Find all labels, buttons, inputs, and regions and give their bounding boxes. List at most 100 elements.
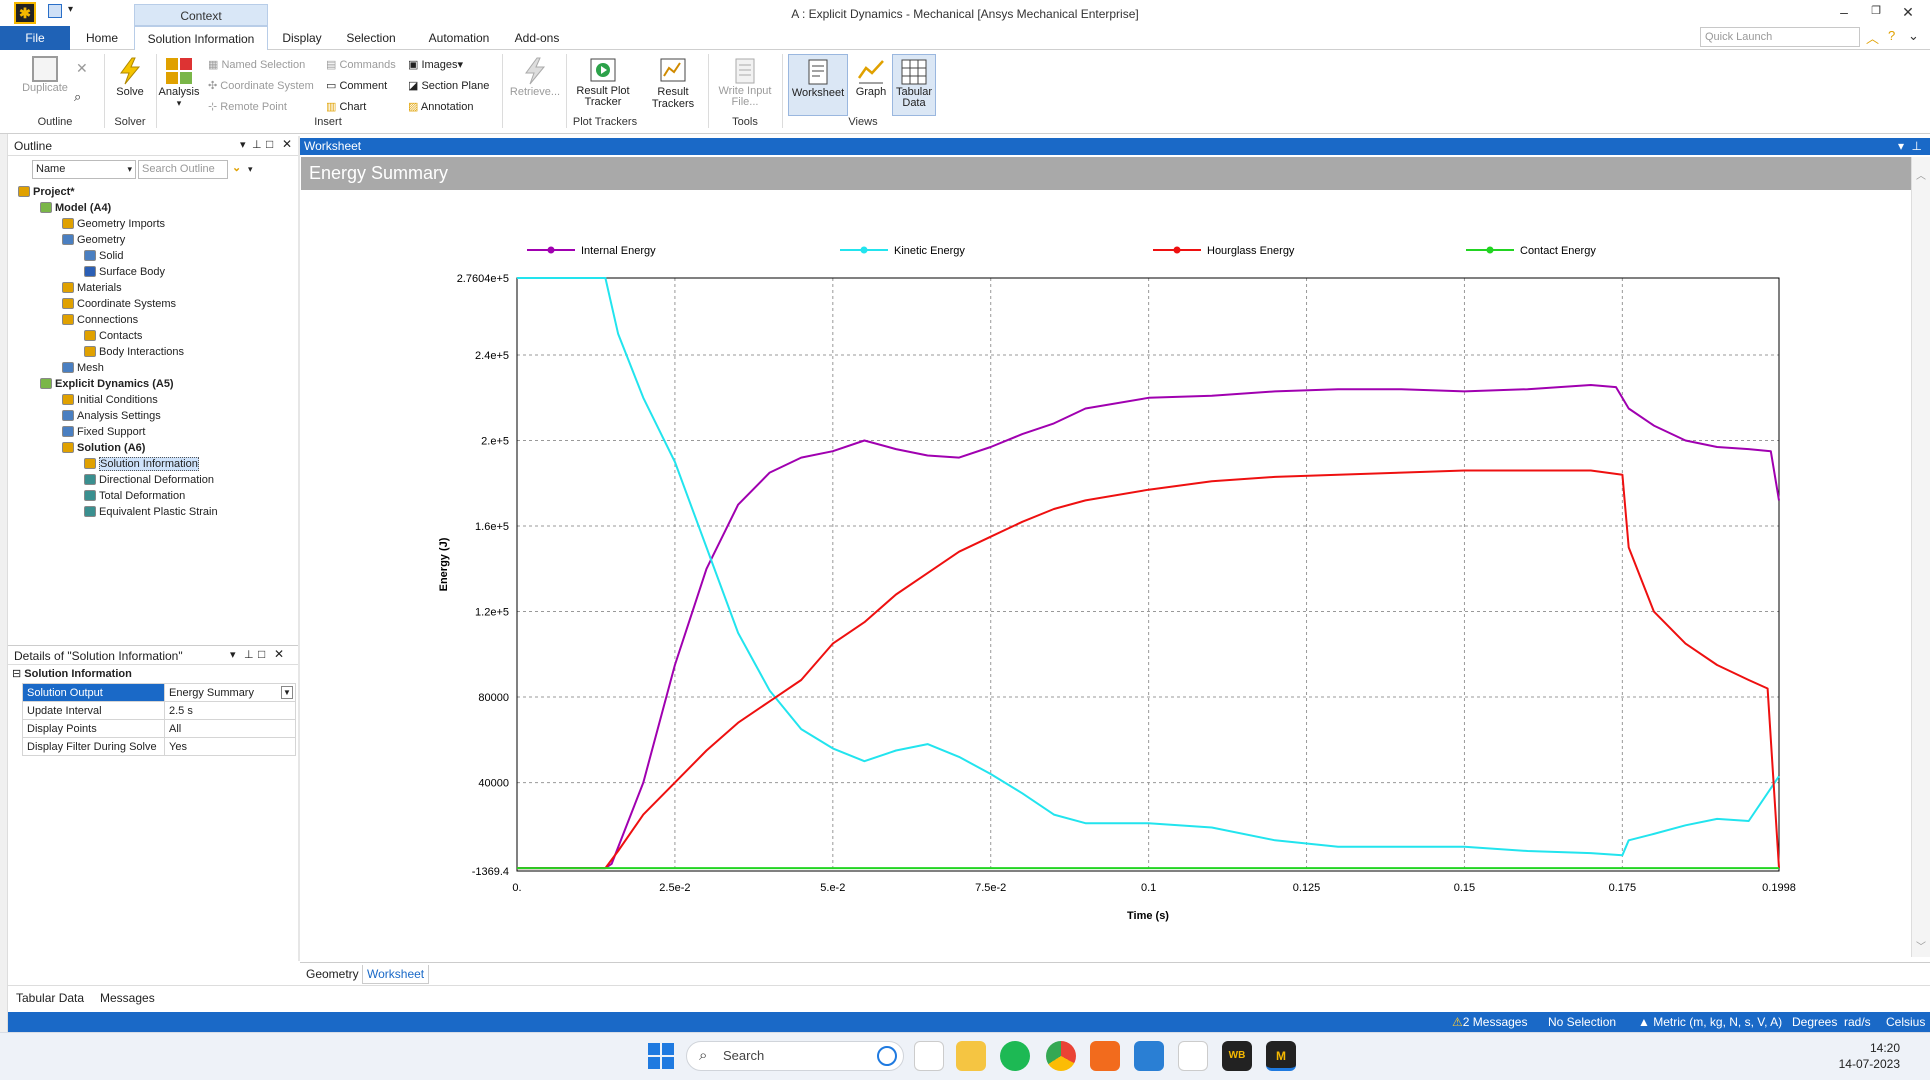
details-row[interactable]: Display Filter During Solve Yes (22, 737, 296, 756)
tab-selection[interactable]: Selection (340, 26, 402, 50)
tree-item[interactable]: Coordinate Systems (18, 296, 298, 312)
chevron-up-icon[interactable]: ︿ (1866, 28, 1879, 47)
clock-date[interactable]: 14-07-2023 (1820, 1057, 1900, 1071)
details-row[interactable]: Update Interval 2.5 s (22, 701, 296, 720)
tree-item[interactable]: Surface Body (18, 264, 298, 280)
help-icon[interactable]: ? (1888, 28, 1895, 43)
tab-display[interactable]: Display (276, 26, 328, 50)
retrieve-button[interactable]: Retrieve... (506, 56, 564, 98)
result-plot-tracker-button[interactable]: Result Plot Tracker (572, 56, 634, 108)
coordinate-system-button[interactable]: ✣ Coordinate System (208, 79, 314, 92)
clock-time[interactable]: 14:20 (1840, 1041, 1900, 1055)
result-trackers-button[interactable]: Result Trackers (640, 56, 706, 110)
chevron-down-icon[interactable]: ⌄ (1908, 28, 1919, 44)
pin-icon[interactable]: ⊥ (244, 648, 254, 661)
tabular-data-view-button[interactable]: Tabular Data (892, 54, 936, 116)
chrome-icon[interactable] (1046, 1041, 1076, 1071)
graph-view-button[interactable]: Graph (852, 56, 890, 98)
tree-item[interactable]: Connections (18, 312, 298, 328)
pin-icon[interactable]: ⊥ (1912, 138, 1922, 155)
fusion-360-icon[interactable] (1090, 1041, 1120, 1071)
images-button[interactable]: ▣ Images▾ (408, 58, 463, 71)
tree-item[interactable]: Geometry (18, 232, 298, 248)
dropdown-arrow-icon[interactable]: ▼ (281, 686, 293, 699)
details-value[interactable]: 2.5 s (164, 701, 296, 720)
comment-button[interactable]: ▭ Comment (326, 79, 387, 92)
tree-item[interactable]: Fixed Support (18, 424, 298, 440)
delete-icon[interactable]: ✕ (76, 60, 88, 77)
restore-icon[interactable]: ❐ (1862, 4, 1890, 17)
close-icon[interactable]: ✕ (1894, 4, 1922, 21)
tree-item[interactable]: Body Interactions (18, 344, 298, 360)
tree-item[interactable]: Model (A4) (18, 200, 298, 216)
quick-access-dropdown-icon[interactable]: ▾ (68, 4, 73, 15)
filter-dropdown-icon[interactable]: ▾ (248, 164, 253, 175)
tree-item[interactable]: Solid (18, 248, 298, 264)
close-panel-icon[interactable]: ✕ (274, 647, 284, 661)
details-section-header[interactable]: ⊟ Solution Information (12, 666, 296, 683)
collapse-icon[interactable]: ⊟ (12, 668, 21, 680)
details-value[interactable]: Yes (164, 737, 296, 756)
remote-point-button[interactable]: ⊹ Remote Point (208, 100, 287, 113)
details-row[interactable]: Display Points All (22, 719, 296, 738)
chart-button[interactable]: ▥ Chart (326, 100, 366, 113)
photos-icon[interactable] (1134, 1041, 1164, 1071)
temperature-status[interactable]: Celsius (1886, 1012, 1925, 1032)
tree-item[interactable]: Directional Deformation (18, 472, 298, 488)
tree-item[interactable]: Project* (18, 184, 298, 200)
tree-item[interactable]: Explicit Dynamics (A5) (18, 376, 298, 392)
duplicate-button[interactable]: Duplicate (18, 56, 72, 94)
maximize-icon[interactable]: □ (258, 647, 265, 661)
outline-search-input[interactable]: Search Outline (138, 160, 228, 179)
filter-chevron-icon[interactable]: ⌄ (232, 161, 241, 174)
minimize-icon[interactable]: – (1830, 4, 1858, 20)
maximize-icon[interactable]: □ (266, 137, 273, 151)
messages-status[interactable]: ⚠2 Messages (1452, 1012, 1527, 1032)
tab-messages[interactable]: Messages (100, 991, 155, 1005)
scroll-down-icon[interactable]: ﹀ (1912, 938, 1930, 953)
tab-geometry[interactable]: Geometry (306, 967, 359, 981)
file-explorer-icon[interactable] (956, 1041, 986, 1071)
pin-icon[interactable]: ⊥ (252, 138, 262, 151)
app-logo-icon[interactable]: ✱ (14, 2, 36, 24)
tab-home[interactable]: Home (78, 26, 126, 50)
details-value[interactable]: All (164, 719, 296, 738)
store-icon[interactable] (914, 1041, 944, 1071)
panel-menu-icon[interactable]: ▾ (240, 138, 246, 151)
tab-solution-information[interactable]: Solution Information (134, 26, 268, 50)
write-input-file-button[interactable]: Write Input File... (712, 56, 778, 108)
close-panel-icon[interactable]: ✕ (282, 137, 292, 151)
scroll-up-icon[interactable]: ︿ (1912, 167, 1930, 182)
panel-splitter[interactable] (298, 136, 300, 961)
tree-item[interactable]: Initial Conditions (18, 392, 298, 408)
save-icon[interactable] (48, 4, 62, 18)
tree-item[interactable]: Materials (18, 280, 298, 296)
panel-menu-icon[interactable]: ▾ (1898, 138, 1904, 155)
panel-menu-icon[interactable]: ▾ (230, 648, 236, 661)
mechanical-icon[interactable]: M (1266, 1041, 1296, 1071)
workbench-icon[interactable]: WB (1222, 1041, 1252, 1071)
solve-button[interactable]: Solve (108, 56, 152, 98)
tree-item[interactable]: Mesh (18, 360, 298, 376)
tab-worksheet[interactable]: Worksheet (362, 965, 430, 984)
worksheet-view-button[interactable]: Worksheet (788, 54, 848, 116)
snipping-tool-icon[interactable] (1178, 1041, 1208, 1071)
angle-unit-status[interactable]: Degrees (1792, 1012, 1837, 1032)
quick-launch-input[interactable]: Quick Launch (1700, 27, 1860, 47)
tab-tabular-data[interactable]: Tabular Data (16, 991, 84, 1005)
tree-item[interactable]: Analysis Settings (18, 408, 298, 424)
worksheet-scrollbar[interactable]: ︿ ﹀ (1911, 157, 1930, 957)
tree-item[interactable]: Solution Information (18, 456, 298, 472)
tree-item[interactable]: Total Deformation (18, 488, 298, 504)
taskbar-search-box[interactable]: ⌕ Search (686, 1041, 904, 1071)
tab-automation[interactable]: Automation (418, 26, 500, 50)
tree-item[interactable]: Geometry Imports (18, 216, 298, 232)
analysis-button[interactable]: Analysis ▾ (158, 56, 200, 109)
unit-system-status[interactable]: ▲ Metric (m, kg, N, s, V, A) (1638, 1012, 1782, 1032)
angular-velocity-status[interactable]: rad/s (1844, 1012, 1871, 1032)
tab-file[interactable]: File (0, 26, 70, 50)
named-selection-button[interactable]: ▦ Named Selection (208, 58, 305, 71)
tab-addons[interactable]: Add-ons (508, 26, 566, 50)
windows-start-icon[interactable] (648, 1043, 674, 1069)
find-icon[interactable]: ⌕ (74, 89, 81, 105)
